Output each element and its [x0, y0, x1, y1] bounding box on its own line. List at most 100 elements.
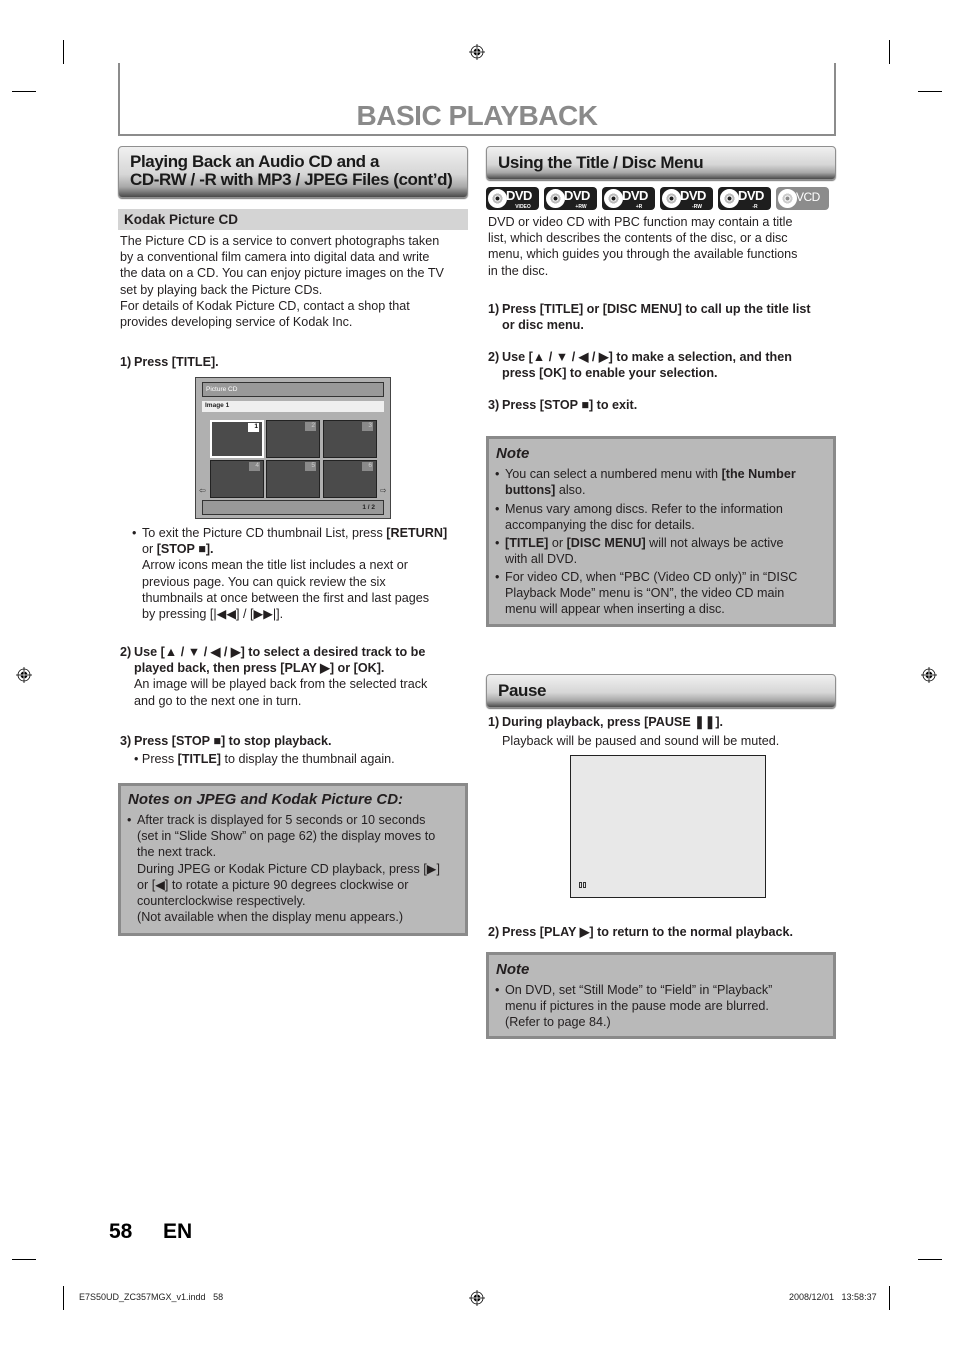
- thumbnail-number: 6: [362, 462, 373, 471]
- thumbnail[interactable]: 3: [323, 420, 377, 458]
- note-bold: [TITLE]: [505, 536, 549, 550]
- bullet-text: To exit the Picture CD thumbnail List, p…: [142, 526, 387, 540]
- bullet-dot: •: [495, 983, 500, 997]
- intro-line: list, which describes the contents of th…: [488, 231, 788, 246]
- note-title: Note: [496, 445, 530, 462]
- disc-label: DVD: [738, 188, 764, 203]
- bullet-text: to display the thumbnail again.: [221, 752, 395, 767]
- note-line: the next track.: [137, 845, 217, 860]
- right-step-1: 1) Press [TITLE] or [DISC MENU] to call …: [488, 301, 838, 335]
- note-text: (Refer to page 84.): [505, 1015, 611, 1030]
- note-line: After track is displayed for 5 seconds o…: [137, 813, 426, 827]
- bullet-line: Arrow icons mean the title list includes…: [142, 558, 408, 573]
- step-description: and go to the next one in turn.: [134, 693, 302, 708]
- bullet-line: previous page. You can quick review the …: [142, 574, 386, 589]
- screen-header: Picture CD: [202, 382, 384, 397]
- thumbnail[interactable]: 4: [210, 460, 264, 498]
- pause-step-2: 2) Press [PLAY ▶] to return to the norma…: [488, 924, 838, 941]
- disc-sublabel: +RW: [575, 204, 587, 210]
- pause-icon: [579, 882, 586, 888]
- left-step-3: 3) Press [STOP ■] to stop playback. • Pr…: [120, 733, 470, 769]
- step-number: 3): [488, 398, 500, 412]
- note-box-title-menu: Note • You can select a numbered menu wi…: [486, 436, 836, 627]
- slug-datetime: 2008/12/01 13:58:37: [789, 1292, 877, 1302]
- step-text: Press [STOP ■] to exit.: [502, 398, 638, 412]
- crop-mark: [889, 40, 890, 64]
- disc-label: DVD: [506, 188, 532, 203]
- section-title-line1: Playing Back an Audio CD and a: [130, 152, 380, 171]
- bullet-dot: •: [495, 467, 500, 481]
- note-title: Note: [496, 961, 530, 978]
- bullet-dot: •: [127, 813, 132, 827]
- step-text: press [OK] to enable your selection.: [502, 366, 718, 381]
- disc-label: DVD: [680, 188, 706, 203]
- note-line: (Not available when the display menu app…: [137, 910, 404, 925]
- note-text: You can select a numbered menu with: [505, 467, 722, 481]
- intro-line: menu, which guides you through the avail…: [488, 247, 798, 262]
- registration-mark-icon: [921, 667, 937, 683]
- dvd-minus-rw-icon: DVD -RW: [660, 187, 713, 210]
- bullet-line: thumbnails at once between the first and…: [142, 590, 430, 605]
- notes-jpeg-kodak-box: Notes on JPEG and Kodak Picture CD: • Af…: [118, 783, 468, 936]
- thumbnail[interactable]: 5: [266, 460, 320, 498]
- step-description: Playback will be paused and sound will b…: [502, 734, 780, 749]
- section-title: Using the Title / Disc Menu: [498, 153, 704, 172]
- disc-sublabel: -RW: [692, 204, 702, 210]
- note-text: accompanying the disc for details.: [505, 518, 695, 533]
- step-number: 2): [488, 350, 500, 364]
- pause-screen: [570, 755, 766, 898]
- step-text: Use [▲ / ▼ / ◀ / ▶] to make a selection,…: [502, 350, 792, 364]
- previous-page-arrow-icon[interactable]: ⇦: [199, 486, 206, 495]
- note-text: On DVD, set “Still Mode” to “Field” in “…: [505, 983, 773, 997]
- dvd-plus-rw-icon: DVD +RW: [544, 187, 597, 210]
- note-line: or [◀] to rotate a picture 90 degrees cl…: [137, 877, 409, 892]
- next-page-arrow-icon[interactable]: ⇨: [380, 486, 387, 495]
- disc-sublabel: VIDEO: [515, 204, 531, 210]
- disc-type-icons: DVD VIDEO DVD +RW DVD +R DVD -RW DVD -R VCD: [486, 187, 829, 210]
- note-box-pause: Note • On DVD, set “Still Mode” to “Fiel…: [486, 952, 836, 1039]
- right-step-3: 3) Press [STOP ■] to exit.: [488, 397, 838, 414]
- disc-label: DVD: [622, 188, 648, 203]
- note-text: also.: [555, 483, 586, 498]
- step-text: Press [PLAY ▶] to return to the normal p…: [502, 925, 794, 939]
- page-title: BASIC PLAYBACK: [356, 100, 598, 131]
- crop-mark: [12, 1259, 36, 1260]
- thumbnail[interactable]: 1: [210, 420, 264, 458]
- step-text: During playback, press [PAUSE ❚❚].: [502, 715, 724, 729]
- section-header-title-disc-menu: Using the Title / Disc Menu: [486, 146, 836, 180]
- page-number: 58: [109, 1220, 133, 1243]
- crop-mark: [12, 91, 36, 92]
- bullet-text: Press: [141, 752, 178, 767]
- dvd-video-icon: DVD VIDEO: [486, 187, 539, 210]
- registration-mark-icon: [469, 44, 485, 60]
- dvd-minus-r-icon: DVD -R: [718, 187, 771, 210]
- slug-filename: E7S50UD_ZC357MGX_v1.indd 58: [79, 1292, 224, 1302]
- note-text: menu will appear when inserting a disc.: [505, 602, 725, 617]
- intro-line: in the disc.: [488, 263, 549, 278]
- thumbnail-number: 2: [305, 422, 316, 431]
- subsection-title: Kodak Picture CD: [124, 212, 239, 227]
- thumbnail-number: 1: [248, 423, 259, 432]
- step-text: Press [STOP ■] to stop playback.: [134, 734, 332, 748]
- step-number: 3): [120, 734, 132, 748]
- step-text: played back, then press [PLAY ▶] or [OK]…: [134, 661, 385, 676]
- note-text: will not always be active: [645, 536, 784, 550]
- note-bold: [the Number: [721, 467, 796, 481]
- step-text: Press [TITLE] or [DISC MENU] to call up …: [502, 302, 811, 316]
- disc-label: DVD: [564, 188, 590, 203]
- intro-line: provides developing service of Kodak Inc…: [120, 315, 353, 330]
- pause-step-1: 1) During playback, press [PAUSE ❚❚]. Pl…: [488, 714, 838, 750]
- disc-sublabel: +R: [635, 204, 643, 210]
- page-header: BASIC PLAYBACK: [118, 63, 836, 136]
- title-menu-intro: DVD or video CD with PBC function may co…: [488, 214, 838, 279]
- thumbnail[interactable]: 6: [323, 460, 377, 498]
- page-indicator: 1 / 2: [202, 500, 384, 515]
- thumbnail-number: 4: [249, 462, 260, 471]
- thumbnail-number: 5: [305, 462, 316, 471]
- intro-line: The Picture CD is a service to convert p…: [120, 234, 440, 248]
- thumbnail[interactable]: 2: [266, 420, 320, 458]
- intro-line: For details of Kodak Picture CD, contact…: [120, 298, 410, 313]
- step-text: Press [TITLE].: [134, 355, 219, 369]
- bullet-text: or: [142, 542, 157, 557]
- subsection-header-kodak: Kodak Picture CD: [118, 209, 468, 230]
